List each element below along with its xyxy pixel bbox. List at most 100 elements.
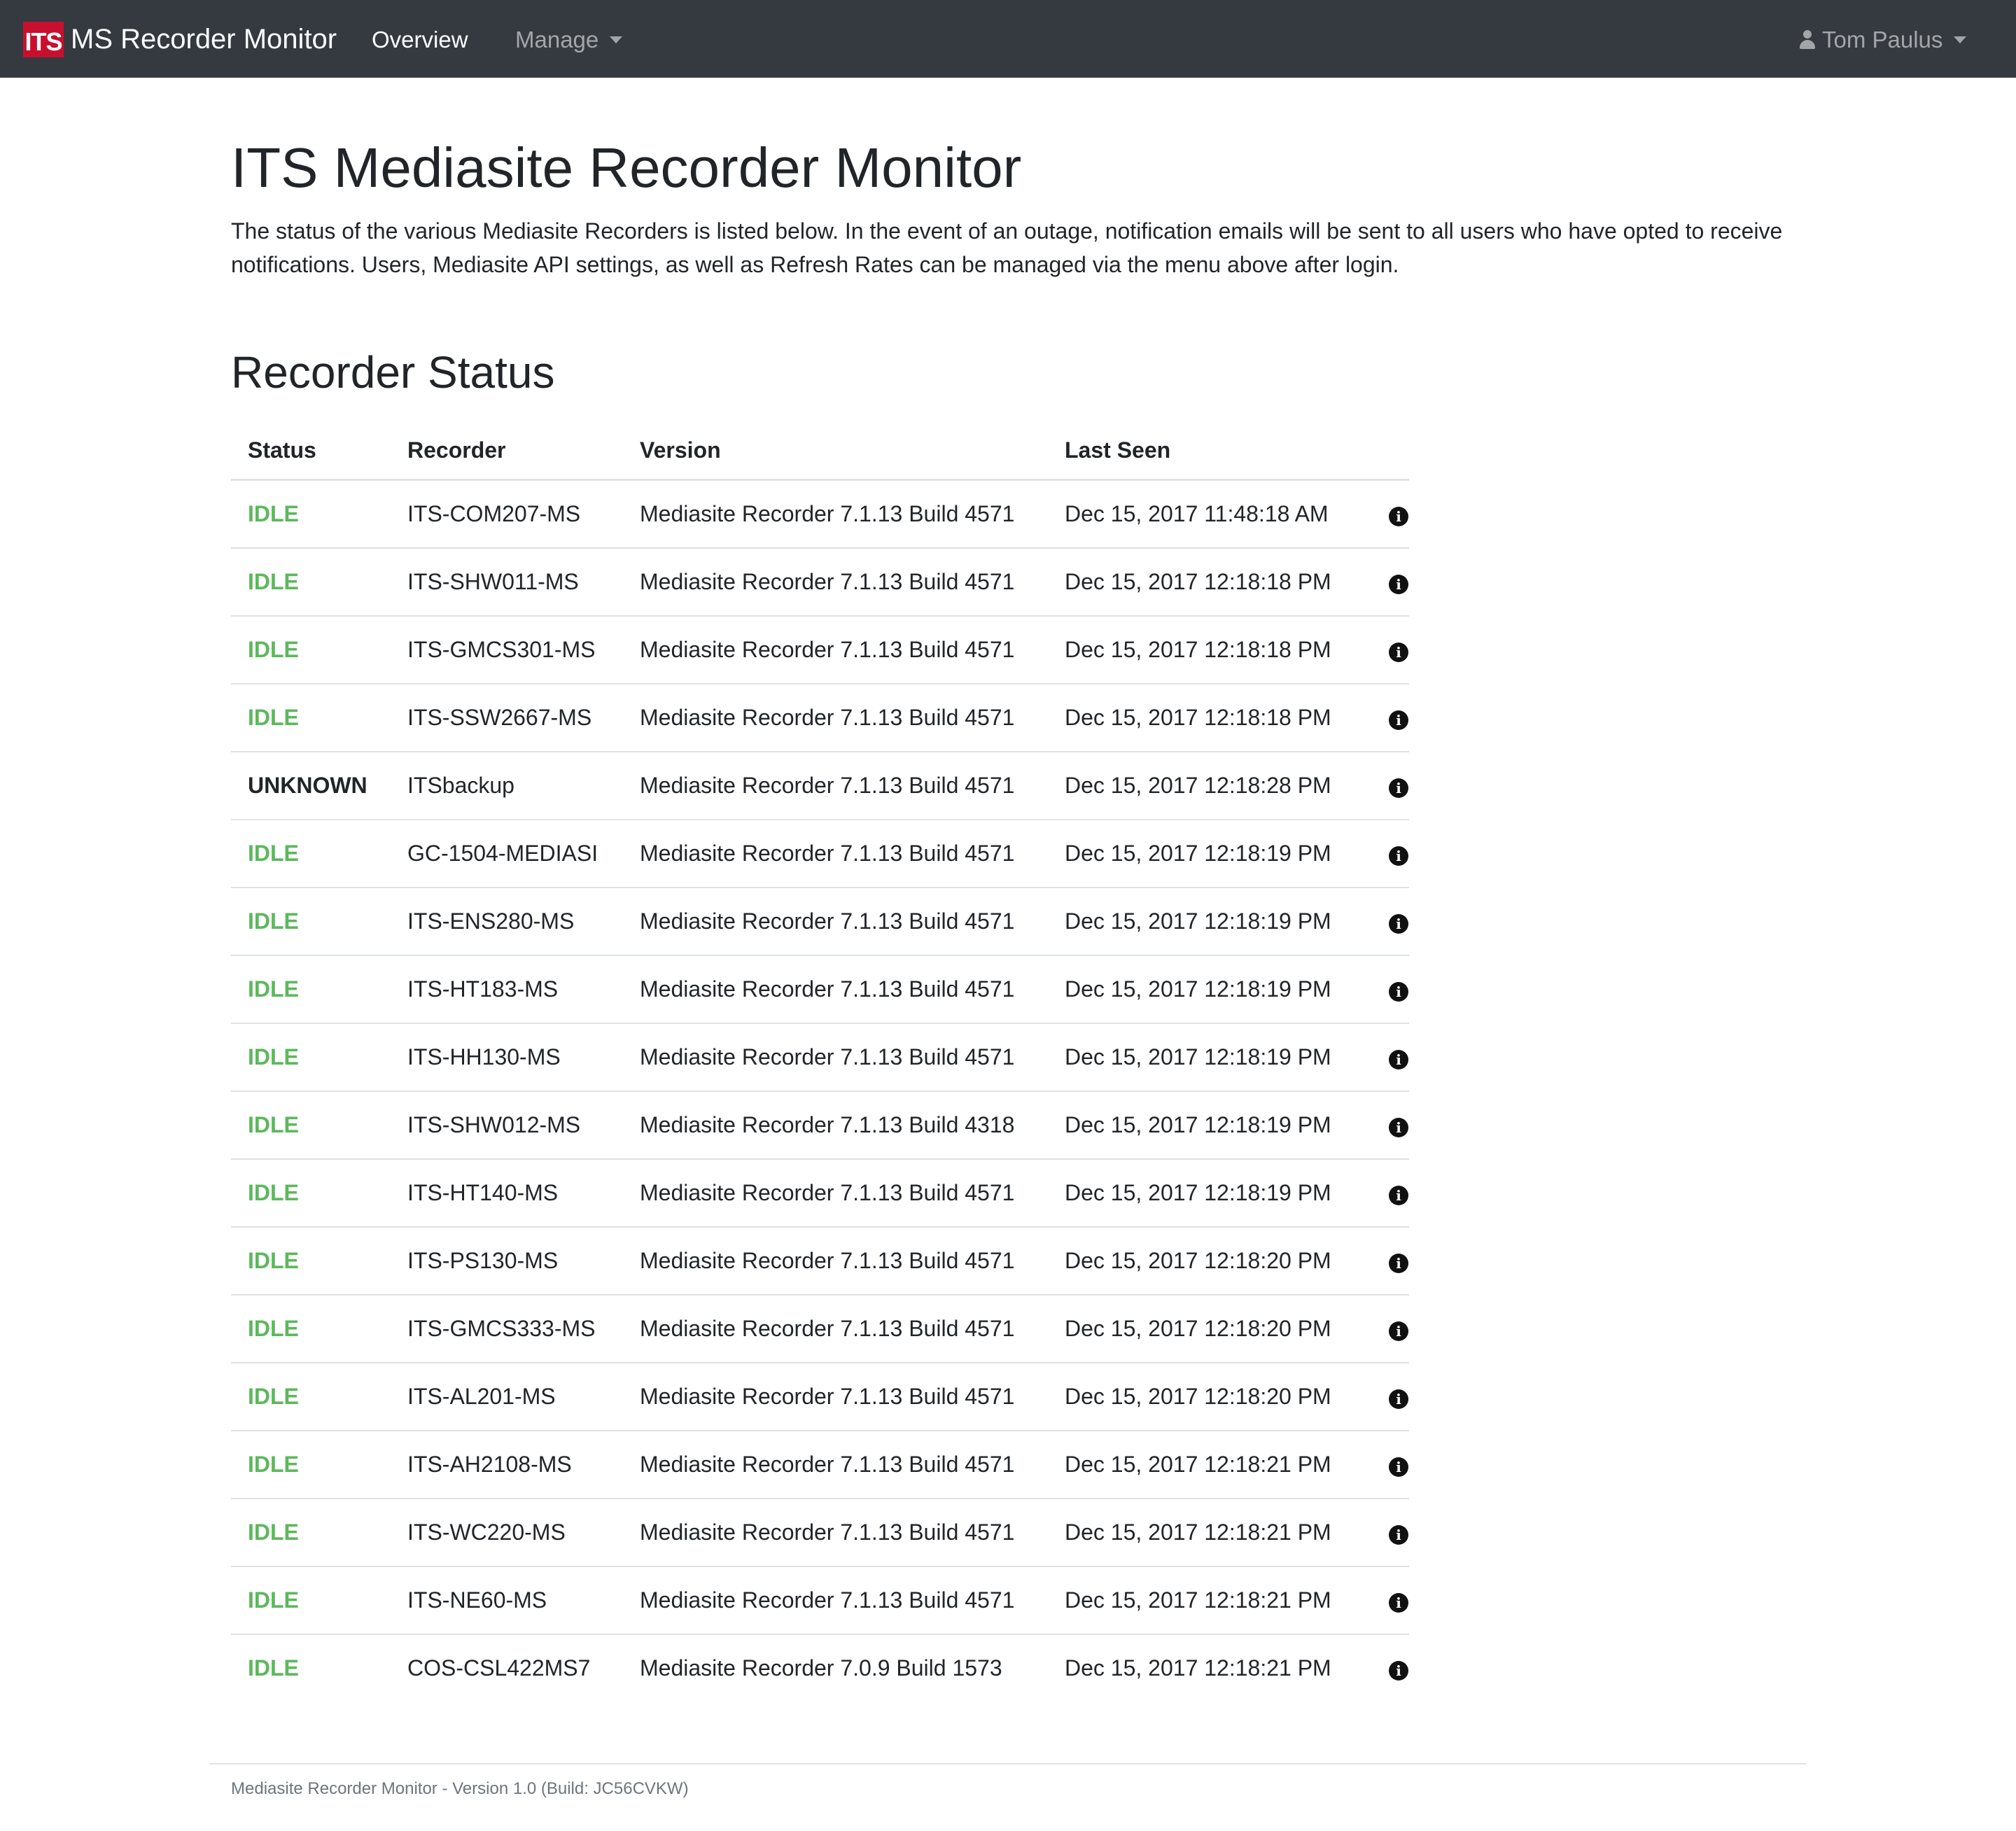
table-row: IDLE GC-1504-MEDIASI Mediasite Recorder 7.… — [231, 820, 1409, 888]
chevron-down-icon — [1954, 36, 1967, 43]
page-description: The status of the various Mediasite Reco… — [231, 218, 1783, 277]
status-cell: IDLE — [231, 1566, 391, 1635]
recorder-version: Mediasite Recorder 7.1.13 Build 4571 — [623, 1295, 1048, 1363]
recorder-name: COS-CSL422MS7 — [407, 1655, 591, 1681]
table-row: IDLE ITS-AL201-MS Mediasite Recorder 7.1.1… — [231, 1363, 1409, 1431]
info-cell: i — [1371, 752, 1409, 820]
info-circle-icon[interactable]: i — [1389, 1321, 1408, 1341]
status-cell: IDLE — [231, 1634, 391, 1702]
footer-divider — [210, 1763, 1806, 1765]
info-circle-icon[interactable]: i — [1389, 1186, 1408, 1205]
status-badge: IDLE — [248, 909, 299, 934]
status-badge: IDLE — [248, 1316, 299, 1341]
recorder-name: ITS-GMCS333-MS — [391, 1295, 623, 1363]
last-seen: Dec 15, 2017 12:18:18 PM — [1048, 548, 1371, 617]
status-badge: UNKNOWN — [248, 773, 368, 798]
info-cell: i — [1371, 479, 1409, 549]
status-cell: IDLE — [231, 1363, 391, 1431]
table-row: UNKNOWN ITSbackup Mediasite Recorder 7.1.1… — [231, 752, 1409, 820]
recorder-version: Mediasite Recorder 7.1.13 Build 4571 — [623, 752, 1048, 820]
table-row: IDLE ITS-SHW011-MS Mediasite Recorder 7.1.… — [231, 548, 1409, 617]
status-badge: IDLE — [248, 1587, 299, 1613]
info-circle-icon[interactable]: i — [1389, 846, 1408, 866]
recorder-version: Mediasite Recorder 7.1.13 Build 4571 — [623, 1431, 1048, 1499]
recorder-version: Mediasite Recorder 7.1.13 Build 4571 — [623, 955, 1048, 1024]
last-seen: Dec 15, 2017 12:18:19 PM — [1048, 1091, 1371, 1160]
table-row: IDLE ITS-HH130-MS Mediasite Recorder 7.1.1… — [231, 1023, 1409, 1092]
status-badge: IDLE — [248, 1520, 299, 1545]
info-circle-icon[interactable]: i — [1389, 914, 1408, 934]
last-seen: Dec 15, 2017 12:18:21 PM — [1048, 1566, 1371, 1635]
last-seen: Dec 15, 2017 12:18:20 PM — [1048, 1363, 1371, 1431]
status-badge: IDLE — [248, 637, 299, 662]
recorder-version: Mediasite Recorder 7.1.13 Build 4571 — [623, 820, 1048, 888]
last-seen: Dec 15, 2017 12:18:21 PM — [1065, 1655, 1331, 1681]
info-cell: i — [1371, 1159, 1409, 1228]
recorder-name: ITS-NE60-MS — [391, 1566, 623, 1635]
info-circle-icon[interactable]: i — [1389, 1389, 1408, 1409]
recorder-version: Mediasite Recorder 7.1.13 Build 4571 — [623, 684, 1048, 752]
recorder-name: ITS-AH2108-MS — [391, 1431, 623, 1499]
info-circle-icon[interactable]: i — [1389, 575, 1408, 594]
info-cell: i — [1371, 955, 1409, 1024]
status-cell: IDLE — [231, 479, 391, 549]
status-cell: IDLE — [231, 616, 391, 685]
status-badge: IDLE — [248, 1248, 299, 1273]
recorder-version: Mediasite Recorder 7.1.13 Build 4318 — [623, 1091, 1048, 1160]
status-cell: IDLE — [231, 1023, 391, 1092]
recorder-status-table: Status Recorder Version Last Seen IDLE IT… — [231, 421, 1409, 1702]
info-cell: i — [1371, 1499, 1409, 1567]
info-circle-icon[interactable]: i — [1389, 710, 1408, 730]
recorder-version: Mediasite Recorder 7.1.13 Build 4571 — [623, 1363, 1048, 1431]
info-circle-icon[interactable]: i — [1389, 643, 1408, 662]
info-cell: i — [1371, 1091, 1409, 1160]
recorder-name: ITS-ENS280-MS — [391, 888, 623, 956]
status-badge: IDLE — [248, 841, 299, 866]
status-cell: IDLE — [231, 888, 391, 956]
column-header-status: Status — [231, 421, 391, 481]
nav-manage-label: Manage — [515, 27, 599, 52]
info-cell: i — [1371, 616, 1409, 685]
brand-name[interactable]: MS Recorder Monitor — [71, 18, 337, 60]
recorder-version: Mediasite Recorder 7.1.13 Build 4571 — [623, 1023, 1048, 1092]
info-circle-icon[interactable]: i — [1389, 1050, 1408, 1069]
info-cell: i — [1371, 1227, 1409, 1296]
status-cell: IDLE — [231, 684, 391, 752]
status-badge: IDLE — [248, 705, 299, 730]
info-circle-icon[interactable]: i — [1389, 1661, 1408, 1681]
info-circle-icon[interactable]: i — [1389, 1254, 1408, 1273]
user-menu-dropdown[interactable]: Tom Paulus — [1800, 20, 1967, 59]
info-circle-icon[interactable]: i — [1389, 778, 1408, 798]
last-seen: Dec 15, 2017 12:18:20 PM — [1048, 1227, 1371, 1296]
status-badge: IDLE — [248, 1384, 299, 1409]
recorder-name: ITS-SHW012-MS — [391, 1091, 623, 1160]
status-cell: IDLE — [231, 955, 391, 1024]
info-circle-icon[interactable]: i — [1389, 1457, 1408, 1477]
info-cell: i — [1371, 1566, 1409, 1635]
info-cell: i — [1371, 548, 1409, 617]
recorder-name: ITS-PS130-MS — [391, 1227, 623, 1296]
table-row: IDLE ITS-AH2108-MS Mediasite Recorder 7.1.… — [231, 1431, 1409, 1499]
its-logo[interactable]: ITS — [23, 22, 64, 57]
last-seen: Dec 15, 2017 12:18:18 PM — [1048, 684, 1371, 752]
footer-version: Mediasite Recorder Monitor - Version 1.0… — [231, 1779, 689, 1798]
nav-manage-dropdown[interactable]: Manage — [515, 20, 623, 59]
info-circle-icon[interactable]: i — [1389, 1118, 1408, 1137]
table-row: IDLE ITS-HT140-MS Mediasite Recorder 7.1.1… — [231, 1159, 1409, 1228]
status-cell: IDLE — [231, 1091, 391, 1160]
user-icon — [1800, 30, 1815, 50]
section-title: Recorder Status — [231, 347, 555, 398]
column-header-info — [1371, 421, 1409, 481]
status-badge: IDLE — [248, 1452, 299, 1477]
info-circle-icon[interactable]: i — [1389, 1525, 1408, 1545]
status-badge: IDLE — [248, 1112, 299, 1137]
info-circle-icon[interactable]: i — [1389, 982, 1408, 1002]
info-cell: i — [1371, 1023, 1409, 1092]
nav-overview[interactable]: Overview — [372, 20, 468, 59]
info-circle-icon[interactable]: i — [1389, 1593, 1408, 1613]
info-circle-icon[interactable]: i — [1389, 507, 1408, 526]
last-seen: Dec 15, 2017 12:18:28 PM — [1048, 752, 1371, 820]
info-cell: i — [1371, 1295, 1409, 1363]
info-cell: i — [1371, 1634, 1409, 1702]
status-cell: IDLE — [231, 1431, 391, 1499]
